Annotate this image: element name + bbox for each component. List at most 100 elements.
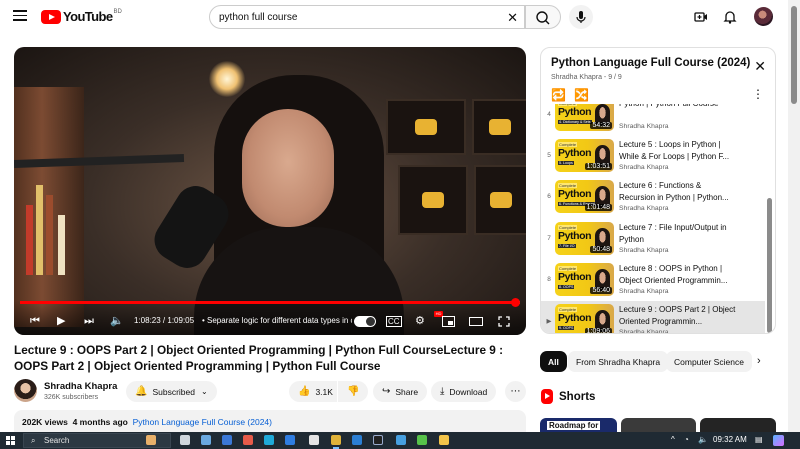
volume-tray-icon[interactable]: 🔈: [698, 435, 708, 444]
chapter-title[interactable]: • Separate logic for different data type…: [202, 316, 352, 325]
settings-gear-icon[interactable]: ⚙: [415, 316, 425, 327]
taskbar-search-label: Search: [44, 436, 70, 445]
tv-background: [474, 165, 526, 235]
progress-bar[interactable]: [20, 298, 520, 307]
edge-browser-icon[interactable]: [264, 435, 274, 445]
dislike-button[interactable]: 👎: [338, 381, 368, 402]
tv-background: [472, 99, 526, 155]
video-player[interactable]: ⏮ ▶ ⏭ 🔈 1:08:23 / 1:09:05 • Separate log…: [14, 47, 526, 335]
playlist-item[interactable]: 4CompletePython4. Dictionary & Sets54:32…: [541, 104, 765, 136]
windows-start-icon[interactable]: [6, 436, 15, 445]
short-card[interactable]: [621, 418, 696, 432]
taskbar-app-icon[interactable]: [243, 435, 253, 445]
playlist-title[interactable]: Python Language Full Course (2024): [551, 57, 750, 69]
playlist-item[interactable]: 7 Complete Python 7. File I/O 50:48 Lecture 7…: [541, 219, 765, 260]
channel-avatar[interactable]: [14, 379, 37, 402]
playlist-item-thumbnail[interactable]: Complete Python 6. Functions & Recursion 1:…: [555, 180, 614, 214]
shuffle-icon[interactable]: 🔀: [574, 88, 589, 102]
task-view-icon[interactable]: [180, 435, 190, 445]
playlist-item-channel: Shradha Khapra: [619, 123, 669, 130]
playlist-item-channel: Shradha Khapra: [619, 164, 669, 172]
account-avatar[interactable]: [754, 7, 773, 26]
more-vertical-icon[interactable]: ⋮: [752, 87, 764, 101]
taskbar-widget-icon[interactable]: [146, 435, 156, 445]
taskbar-app-icon[interactable]: [309, 435, 319, 445]
search-button[interactable]: [525, 5, 561, 29]
captions-icon[interactable]: CC: [386, 316, 402, 327]
previous-icon[interactable]: ⏮: [30, 316, 40, 327]
more-actions-button[interactable]: ⋯: [505, 381, 526, 402]
playlist-item-channel: Shradha Khapra: [619, 205, 669, 213]
playlist-subtitle: Shradha Khapra - 9 / 9: [551, 74, 622, 81]
short-card[interactable]: [700, 418, 776, 432]
download-label: Download: [449, 386, 488, 397]
playlist-item[interactable]: ▶ Complete Python 9. OOPS 1:09:06 Lecture 9 :…: [541, 301, 765, 333]
taskbar-clock: 09:32 AM: [713, 435, 747, 444]
chrome-browser-icon[interactable]: [331, 435, 341, 449]
chip-from-channel[interactable]: From Shradha Khapra: [568, 351, 669, 372]
search-input[interactable]: python full course ✕: [209, 5, 525, 29]
playlist-link[interactable]: Python Language Full Course (2024): [133, 417, 272, 427]
create-video-icon[interactable]: [693, 9, 709, 25]
description-box[interactable]: 202K views 4 months ago Python Language …: [14, 410, 526, 432]
playlist-item-index: 6: [547, 193, 551, 201]
playlist-item-title: Lecture 9 : OOPS Part 2 | Object Oriente…: [619, 305, 736, 326]
playlist-item-thumbnail[interactable]: Complete Python 9. OOPS 1:09:06: [555, 304, 614, 333]
loop-icon[interactable]: 🔁: [551, 88, 566, 102]
taskbar-app-icon[interactable]: [396, 435, 406, 445]
playlist-item-thumbnail[interactable]: CompletePython4. Dictionary & Sets54:32: [555, 104, 614, 131]
taskbar-app-icon[interactable]: [201, 435, 211, 445]
share-button[interactable]: ↪ Share: [373, 381, 428, 402]
channel-name[interactable]: Shradha Khapra: [44, 381, 117, 392]
clear-search-icon[interactable]: ✕: [507, 10, 518, 26]
page-scrollbar-thumb[interactable]: [791, 6, 797, 104]
theater-mode-icon[interactable]: [469, 316, 483, 327]
chip-all[interactable]: All: [540, 351, 567, 372]
playlist-scrollbar[interactable]: [767, 198, 772, 333]
hamburger-menu-icon[interactable]: [13, 10, 27, 21]
fullscreen-icon[interactable]: [498, 316, 510, 327]
playlist-item[interactable]: 6 Complete Python 6. Functions & Recursion 1…: [541, 177, 765, 218]
copilot-icon[interactable]: [773, 435, 784, 446]
taskbar-app-icon[interactable]: [285, 435, 295, 445]
progress-scrubber[interactable]: [511, 298, 520, 307]
notification-center-icon[interactable]: ▤: [755, 435, 763, 444]
chevron-right-icon[interactable]: ›: [757, 355, 761, 367]
thumbnail-title: Python: [558, 147, 592, 160]
thumbnail-title: Python: [558, 188, 592, 201]
notifications-bell-icon[interactable]: [722, 9, 738, 25]
youtube-logo[interactable]: YouTube BD: [41, 9, 122, 24]
voice-search-button[interactable]: [569, 5, 593, 29]
vscode-icon[interactable]: [352, 435, 362, 445]
tray-chevron-icon[interactable]: ^: [671, 435, 675, 444]
mail-icon[interactable]: [222, 435, 232, 445]
playlist-item-channel: Shradha Khapra: [619, 246, 669, 254]
subscribed-button[interactable]: 🔔 Subscribed ⌄: [126, 381, 217, 402]
shorts-title: Shorts: [559, 390, 596, 403]
playlist-item-thumbnail[interactable]: Complete Python 8. OOPS 56:40: [555, 262, 614, 296]
shorts-icon: [541, 389, 553, 404]
playlist-item[interactable]: 8 Complete Python 8. OOPS 56:40 Lecture 8 : O…: [541, 260, 765, 301]
playlist-item-thumbnail[interactable]: Complete Python 7. File I/O 50:48: [555, 221, 614, 255]
next-icon[interactable]: ⏭: [84, 316, 94, 327]
download-button[interactable]: ⤓ Download: [431, 381, 497, 402]
book: [46, 195, 53, 275]
short-card[interactable]: Roadmap for: [540, 418, 617, 432]
taskbar-app-icon[interactable]: [417, 435, 427, 445]
network-icon[interactable]: ◔: [684, 435, 689, 444]
playlist-item[interactable]: 5 Complete Python 5. Loops 1:03:51 Lecture 5 …: [541, 136, 765, 177]
page-scrollbar[interactable]: [788, 0, 800, 432]
chip-computer-science[interactable]: Computer Science: [666, 351, 752, 372]
lamp-background: [209, 61, 245, 97]
file-explorer-icon[interactable]: [439, 435, 449, 445]
close-icon[interactable]: ✕: [754, 59, 766, 73]
miniplayer-icon[interactable]: [442, 316, 455, 327]
playlist-item-thumbnail[interactable]: Complete Python 5. Loops 1:03:51: [555, 139, 614, 173]
play-icon[interactable]: ▶: [57, 316, 65, 327]
pycharm-icon[interactable]: [373, 435, 383, 445]
download-icon: ⤓: [440, 386, 445, 397]
chevron-down-icon: ⌄: [200, 387, 208, 396]
autoplay-toggle[interactable]: [354, 316, 376, 327]
like-button[interactable]: 👍 3.1K: [289, 381, 337, 402]
volume-icon[interactable]: 🔈: [110, 316, 124, 327]
